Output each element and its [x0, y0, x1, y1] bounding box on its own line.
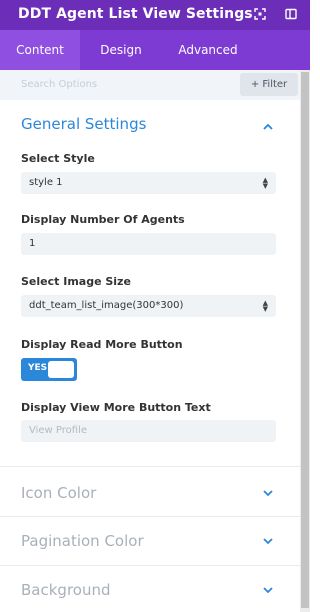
scrollbar[interactable] — [300, 70, 310, 612]
settings-tabs: Content Design Advanced — [0, 30, 310, 70]
agents-count-value: 1 — [29, 238, 36, 249]
settings-panel: Search Options + Filter General Settings… — [0, 70, 300, 612]
section-divider — [0, 565, 300, 566]
modal-header: DDT Agent List View Settings — [0, 0, 310, 30]
agents-count-label: Display Number Of Agents — [21, 213, 185, 226]
tab-content[interactable]: Content — [0, 30, 80, 70]
read-more-toggle[interactable]: YES — [21, 358, 77, 381]
modal-title: DDT Agent List View Settings — [18, 6, 253, 22]
chevron-up-icon[interactable] — [262, 122, 274, 132]
section-icon-color[interactable]: Icon Color — [21, 484, 96, 502]
view-more-text-input[interactable]: View Profile — [21, 420, 276, 442]
section-background[interactable]: Background — [21, 581, 111, 599]
tab-design[interactable]: Design — [80, 30, 162, 70]
chevron-down-icon[interactable] — [262, 536, 274, 546]
chevron-down-icon[interactable] — [262, 585, 274, 595]
select-arrows-icon: ▲ ▼ — [262, 299, 268, 313]
toggle-knob — [48, 361, 74, 378]
agents-count-input[interactable]: 1 — [21, 233, 276, 255]
expand-icon[interactable] — [253, 7, 267, 21]
section-general-settings[interactable]: General Settings — [21, 115, 146, 133]
select-style-dropdown[interactable]: style 1 ▲ ▼ — [21, 172, 276, 194]
filter-button[interactable]: + Filter — [240, 73, 298, 96]
sidebar-toggle-icon[interactable] — [284, 7, 298, 21]
section-divider — [0, 516, 300, 517]
tab-advanced[interactable]: Advanced — [162, 30, 254, 70]
toggle-yes-text: YES — [28, 363, 48, 373]
view-more-text-placeholder: View Profile — [29, 425, 88, 436]
chevron-down-icon[interactable] — [262, 488, 274, 498]
select-arrows-icon: ▲ ▼ — [262, 176, 268, 190]
search-bar: Search Options + Filter — [0, 70, 300, 100]
scrollbar-thumb[interactable] — [301, 72, 309, 608]
image-size-value: ddt_team_list_image(300*300) — [29, 300, 184, 311]
read-more-label: Display Read More Button — [21, 338, 183, 351]
select-style-value: style 1 — [29, 177, 63, 188]
image-size-label: Select Image Size — [21, 275, 131, 288]
view-more-text-label: Display View More Button Text — [21, 401, 211, 414]
section-divider — [0, 466, 300, 467]
image-size-dropdown[interactable]: ddt_team_list_image(300*300) ▲ ▼ — [21, 295, 276, 317]
select-style-label: Select Style — [21, 152, 95, 165]
section-pagination-color[interactable]: Pagination Color — [21, 532, 144, 550]
search-input[interactable]: Search Options — [21, 79, 97, 90]
